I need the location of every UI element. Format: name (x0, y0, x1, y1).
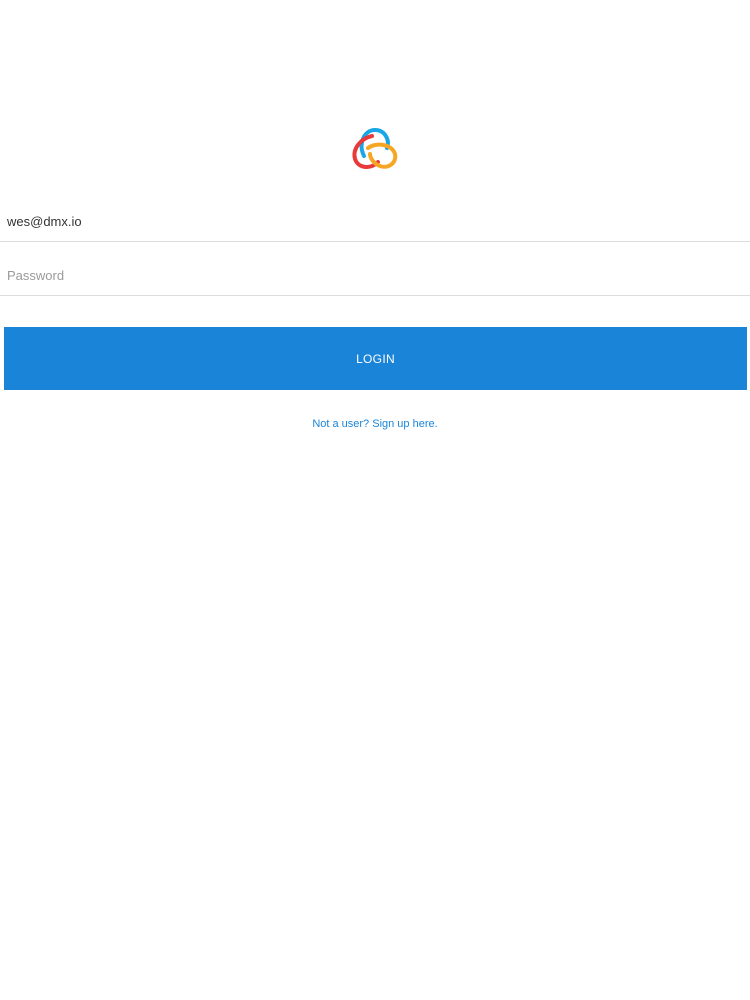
login-button[interactable]: LOGIN (4, 327, 747, 390)
password-field-wrapper (0, 255, 750, 296)
app-logo-icon (350, 126, 400, 172)
password-field[interactable] (0, 255, 750, 295)
signup-link[interactable]: Not a user? Sign up here. (0, 418, 750, 430)
login-page: LOGIN Not a user? Sign up here. (0, 0, 750, 1000)
email-field-wrapper (0, 201, 750, 242)
email-field[interactable] (0, 201, 750, 241)
